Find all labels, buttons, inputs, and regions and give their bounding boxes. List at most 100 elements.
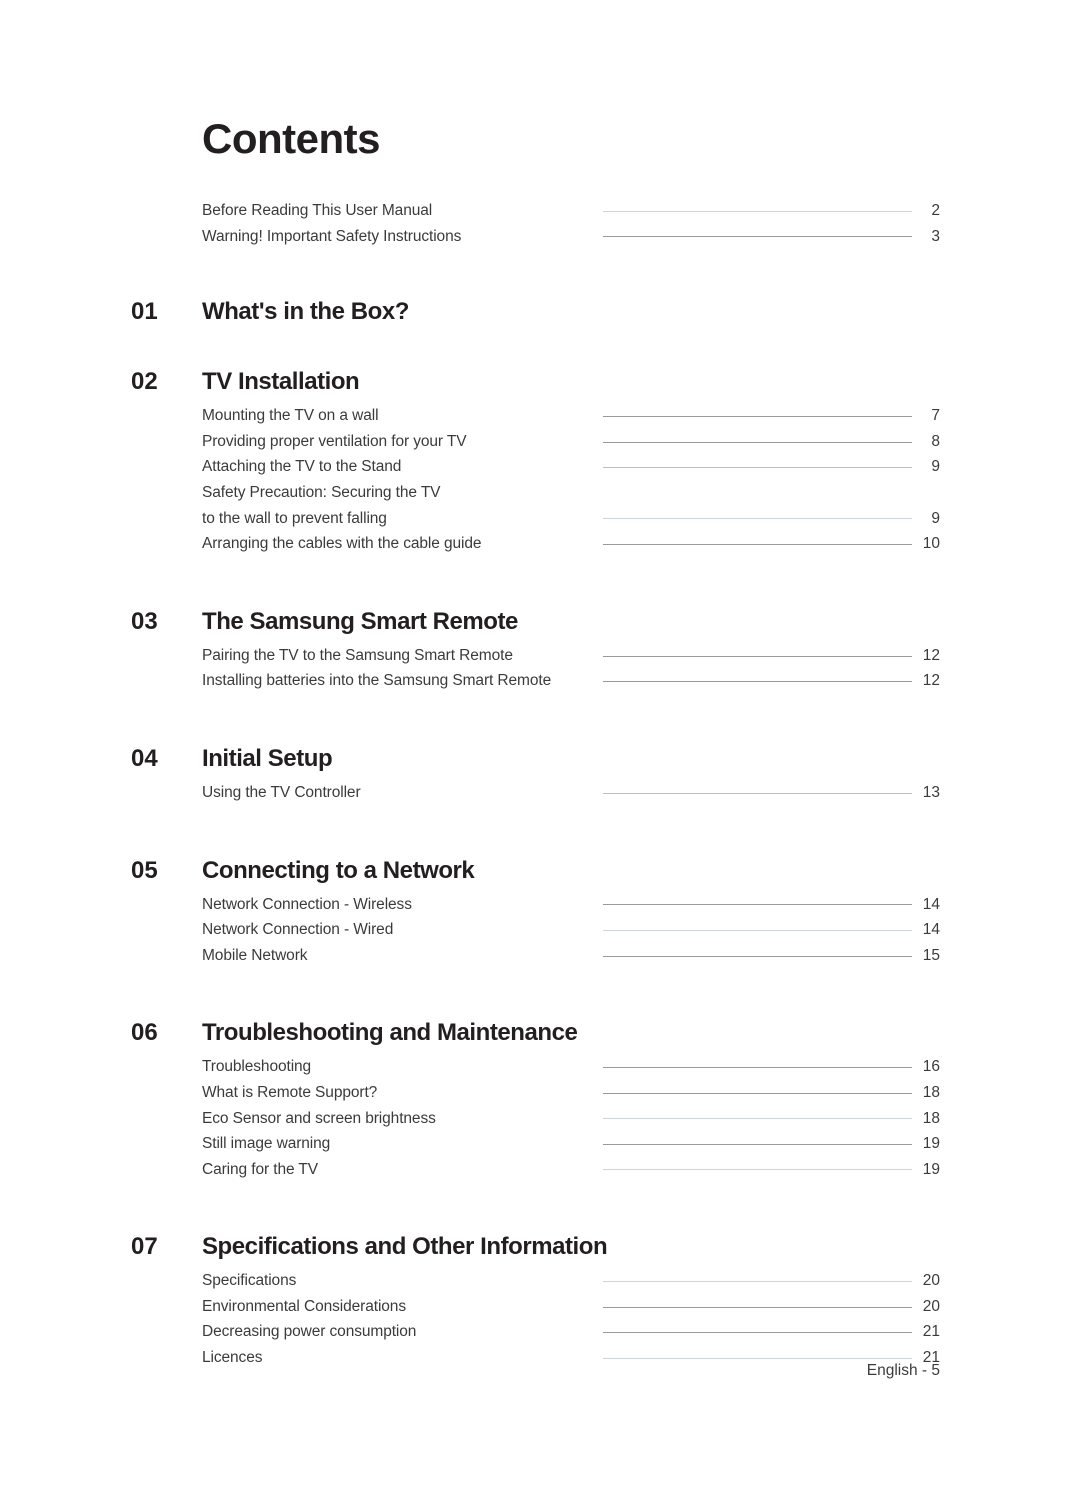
toc-page-number: 14 <box>922 895 940 913</box>
toc-entry[interactable]: Specifications 20 <box>0 1268 1080 1294</box>
toc-entry[interactable]: Troubleshooting 16 <box>0 1054 1080 1080</box>
toc-section: 06 Troubleshooting and Maintenance Trouble… <box>0 1012 1080 1182</box>
toc-leader-line <box>603 467 912 469</box>
toc-entry-label: Specifications <box>202 1272 297 1290</box>
toc-leader-line <box>603 1092 912 1094</box>
toc-entry[interactable]: to the wall to prevent falling 9 <box>0 506 1080 532</box>
toc-section: 05 Connecting to a Network Network Connect… <box>0 850 1080 969</box>
toc-leader-line <box>603 1332 912 1334</box>
toc-page-number: 14 <box>922 921 940 939</box>
toc-page-number: 16 <box>922 1058 940 1076</box>
toc-page-number: 18 <box>922 1083 940 1101</box>
toc-entry[interactable]: Safety Precaution: Securing the TV <box>0 480 1080 506</box>
toc-entry[interactable]: Mobile Network 15 <box>0 943 1080 969</box>
toc-entry-label: Safety Precaution: Securing the TV <box>202 483 441 501</box>
toc-section-header[interactable]: 01 What's in the Box? <box>0 291 1080 333</box>
toc-entry[interactable]: Installing batteries into the Samsung Sm… <box>0 668 1080 694</box>
toc-section-number: 04 <box>131 744 158 772</box>
toc-page-number: 9 <box>931 509 940 527</box>
toc-section-header[interactable]: 05 Connecting to a Network <box>0 850 1080 892</box>
toc-entry[interactable]: Environmental Considerations 20 <box>0 1294 1080 1320</box>
toc-entry[interactable]: Providing proper ventilation for your TV… <box>0 429 1080 455</box>
toc-entry[interactable]: What is Remote Support? 18 <box>0 1080 1080 1106</box>
toc-leader-line <box>603 415 912 417</box>
toc-entry-label: Troubleshooting <box>202 1058 312 1076</box>
toc-leader-line <box>603 518 912 520</box>
toc-leader-line <box>603 1118 912 1120</box>
toc-section-header[interactable]: 06 Troubleshooting and Maintenance <box>0 1012 1080 1054</box>
toc-section-header[interactable]: 03 The Samsung Smart Remote <box>0 601 1080 643</box>
toc-entry-label: What is Remote Support? <box>202 1083 378 1101</box>
toc-page-number: 9 <box>931 458 940 476</box>
toc-leader-line <box>603 1169 912 1171</box>
toc-entry[interactable]: Attaching the TV to the Stand 9 <box>0 454 1080 480</box>
toc-leader-line <box>603 1143 912 1145</box>
toc-leader-line <box>603 929 912 931</box>
toc-section-number: 05 <box>131 856 158 884</box>
toc-entry-label: Arranging the cables with the cable guid… <box>202 535 482 553</box>
toc-section-title: What's in the Box? <box>202 298 409 326</box>
toc-entry[interactable]: Using the TV Controller 13 <box>0 780 1080 806</box>
toc-entry-label: Attaching the TV to the Stand <box>202 458 402 476</box>
toc-section-number: 03 <box>131 607 158 635</box>
toc-page-number: 8 <box>931 432 940 450</box>
toc-leader-line <box>603 1281 912 1283</box>
toc-entry-label: Network Connection - Wireless <box>202 895 412 913</box>
toc-page-number: 20 <box>922 1272 940 1290</box>
toc-page-number: 3 <box>931 227 940 245</box>
toc-entry[interactable]: Arranging the cables with the cable guid… <box>0 531 1080 557</box>
toc-entry[interactable]: Mounting the TV on a wall 7 <box>0 403 1080 429</box>
toc-section-title: Specifications and Other Information <box>202 1233 608 1261</box>
toc-content: Before Reading This User Manual 2 Warning!… <box>0 198 1080 1371</box>
toc-entry[interactable]: Before Reading This User Manual 2 <box>0 198 1080 224</box>
toc-section-header[interactable]: 02 TV Installation <box>0 361 1080 403</box>
toc-page-number: 15 <box>922 946 940 964</box>
toc-leader-line <box>603 955 912 957</box>
toc-page-number: 2 <box>931 202 940 219</box>
toc-section: 03 The Samsung Smart Remote Pairing the TV… <box>0 601 1080 694</box>
toc-section-number: 02 <box>131 368 158 396</box>
toc-entry[interactable]: Warning! Important Safety Instructions 3 <box>0 224 1080 250</box>
toc-leader-line <box>603 441 912 443</box>
toc-leader-line <box>603 904 912 906</box>
toc-entry-label: Network Connection - Wired <box>202 921 394 939</box>
toc-entry-label: Pairing the TV to the Samsung Smart Remo… <box>202 646 513 664</box>
toc-page-number: 13 <box>922 783 940 801</box>
toc-section-title: Troubleshooting and Maintenance <box>202 1019 578 1047</box>
toc-page-number: 21 <box>922 1323 940 1341</box>
toc-leader-line <box>603 1067 912 1069</box>
toc-section-title: The Samsung Smart Remote <box>202 607 518 635</box>
toc-entry[interactable]: Network Connection - Wireless 14 <box>0 892 1080 918</box>
toc-entry[interactable]: Decreasing power consumption 21 <box>0 1319 1080 1345</box>
toc-entry[interactable]: Caring for the TV 19 <box>0 1157 1080 1183</box>
toc-entry[interactable]: Eco Sensor and screen brightness 18 <box>0 1106 1080 1132</box>
toc-section-header[interactable]: 07 Specifications and Other Information <box>0 1226 1080 1268</box>
toc-page-number: 20 <box>922 1297 940 1315</box>
toc-page-number: 18 <box>922 1109 940 1127</box>
toc-section-number: 06 <box>131 1019 158 1047</box>
toc-page-number: 19 <box>922 1135 940 1153</box>
toc-leader-line <box>603 1357 912 1359</box>
toc-leader-line <box>603 543 912 545</box>
toc-leader-line <box>603 1306 912 1308</box>
toc-entry[interactable]: Pairing the TV to the Samsung Smart Remo… <box>0 643 1080 669</box>
toc-entry[interactable]: Still image warning 19 <box>0 1131 1080 1157</box>
toc-section-title: Connecting to a Network <box>202 856 475 884</box>
toc-page-number: 7 <box>931 407 940 425</box>
page-title: Contents <box>202 115 381 162</box>
toc-entry[interactable]: Network Connection - Wired 14 <box>0 917 1080 943</box>
toc-section: 01 What's in the Box? <box>0 291 1080 333</box>
toc-leader-line <box>603 681 912 683</box>
toc-leader-line <box>603 655 912 657</box>
toc-entry-label: Providing proper ventilation for your TV <box>202 432 467 450</box>
toc-page: Contents Before Reading This User Manual… <box>0 0 1080 1494</box>
toc-section-title: Initial Setup <box>202 744 333 772</box>
toc-entry-label: Still image warning <box>202 1135 331 1153</box>
toc-page-number: 12 <box>922 672 940 690</box>
toc-entry-label: Decreasing power consumption <box>202 1323 417 1341</box>
toc-section-header[interactable]: 04 Initial Setup <box>0 738 1080 780</box>
